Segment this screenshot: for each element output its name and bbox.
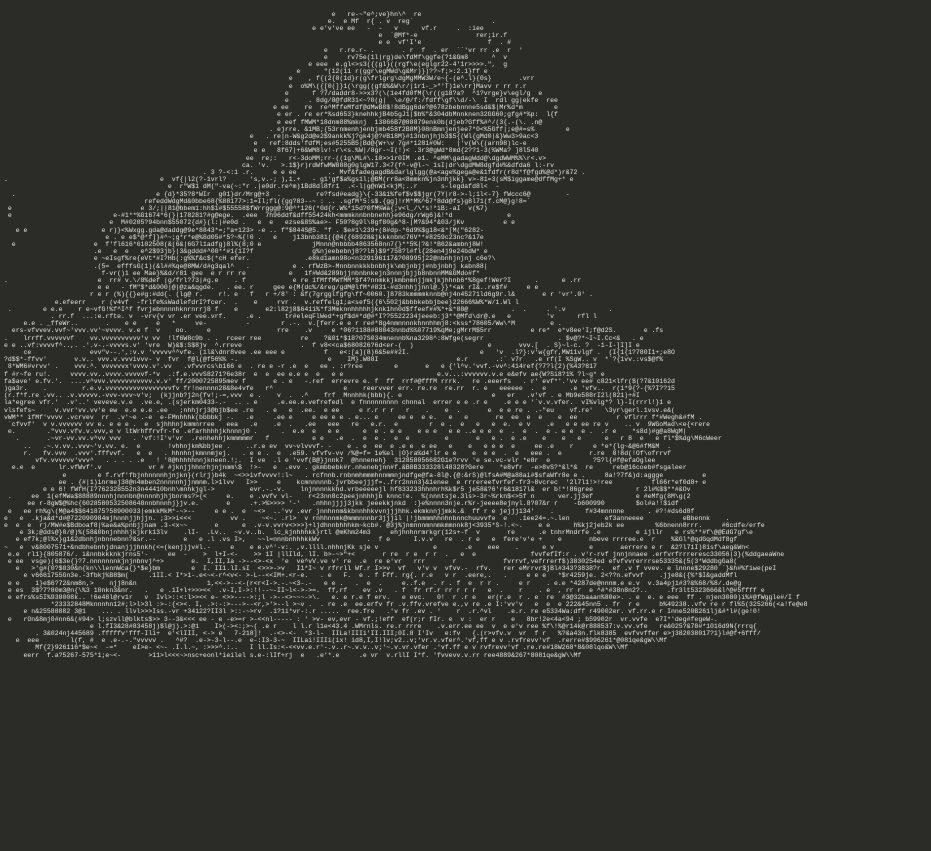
- terminal-ascii-art: e re-~"e^;ve}hn\^ re e. e Mf r{ . v reg`…: [0, 7, 931, 851]
